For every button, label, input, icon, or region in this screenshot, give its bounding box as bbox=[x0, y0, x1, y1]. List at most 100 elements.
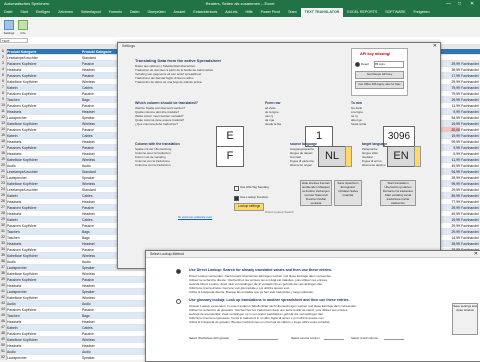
lookup-settings-button[interactable]: Lookup settings bbox=[234, 203, 264, 211]
category-en-cell[interactable]: Cables bbox=[82, 134, 112, 138]
category-en-cell[interactable]: Wireless bbox=[82, 158, 112, 162]
category-cell[interactable]: Leselampe/Leuchter bbox=[7, 188, 51, 192]
ribbon-tab[interactable]: TEXT TRANSLATOR bbox=[300, 8, 344, 17]
price-cell[interactable]: 89,99 bbox=[440, 194, 461, 198]
channel-cell[interactable]: Fachhandel bbox=[461, 68, 480, 72]
price-cell[interactable]: 29,99 bbox=[440, 80, 461, 84]
category-cell[interactable]: Passiven Kopfhörer bbox=[7, 224, 51, 228]
settings-ribbon-button[interactable]: Settings bbox=[3, 20, 15, 35]
hw-tag-checkbox[interactable] bbox=[234, 186, 239, 191]
category-en-cell[interactable]: Wireless bbox=[82, 338, 112, 342]
category-cell[interactable]: Passiven Kopfhörer bbox=[7, 332, 51, 336]
category-cell[interactable]: Headsets bbox=[7, 152, 51, 156]
source-language-select[interactable]: NL bbox=[318, 146, 346, 167]
lookup-checkbox[interactable] bbox=[234, 196, 239, 201]
category-cell[interactable]: Headsets bbox=[7, 212, 51, 216]
maximize-button[interactable]: □ bbox=[458, 1, 461, 7]
category-cell[interactable]: Kabeln bbox=[7, 86, 51, 90]
glossary-lookup-radio[interactable] bbox=[176, 299, 181, 304]
price-cell[interactable]: 54,99 bbox=[440, 116, 461, 120]
price-cell[interactable]: 77,99 bbox=[440, 200, 461, 204]
channel-cell[interactable]: Fachhandel bbox=[461, 110, 480, 114]
category-cell[interactable]: Passiven Kopfhörer bbox=[7, 308, 51, 312]
channel-cell[interactable]: Fachhandel bbox=[461, 188, 480, 192]
channel-cell[interactable]: Fachhandel bbox=[461, 92, 480, 96]
price-cell[interactable]: 29,99 bbox=[440, 224, 461, 228]
channel-cell[interactable]: Fachhandel bbox=[461, 182, 480, 186]
category-en-cell[interactable]: Passive bbox=[82, 206, 112, 210]
price-cell[interactable]: 19,99 bbox=[440, 218, 461, 222]
category-cell[interactable]: Taschen bbox=[7, 98, 51, 102]
price-cell[interactable]: 39,99 bbox=[440, 242, 461, 246]
start-translation-button[interactable]: Start translation Übersetzung starten Dé… bbox=[380, 180, 416, 206]
category-en-cell[interactable]: Passive bbox=[82, 308, 112, 312]
category-en-cell[interactable]: Passive bbox=[82, 74, 112, 78]
price-cell[interactable]: 39,99 bbox=[440, 68, 461, 72]
category-cell[interactable]: Audio bbox=[7, 350, 51, 354]
category-cell[interactable]: Headsets bbox=[7, 344, 51, 348]
category-en-cell[interactable]: Wireless bbox=[82, 182, 112, 186]
category-cell[interactable]: Headsets bbox=[7, 110, 51, 114]
channel-cell[interactable]: Fachhandel bbox=[461, 170, 480, 174]
ribbon-tab[interactable]: SOFTWARE bbox=[381, 8, 409, 17]
category-cell[interactable]: Taschen bbox=[7, 230, 51, 234]
category-cell[interactable]: Headsets bbox=[7, 200, 51, 204]
ribbon-tab[interactable]: EXCEL REPORTS bbox=[343, 8, 381, 17]
ribbon-tab[interactable]: Überprüfen bbox=[144, 8, 170, 17]
hide-window-button[interactable]: Hide shelves Fenster ausblenden Masquer … bbox=[300, 180, 332, 206]
channel-cell[interactable]: Fachhandel bbox=[461, 140, 480, 144]
category-en-cell[interactable]: Headset bbox=[82, 344, 112, 348]
price-cell[interactable]: 29,99 bbox=[440, 188, 461, 192]
source-column-field[interactable]: E bbox=[216, 126, 244, 147]
price-cell[interactable]: 19,99 bbox=[440, 122, 461, 126]
category-cell[interactable]: Passiven Kopfhörer bbox=[7, 146, 51, 150]
channel-cell[interactable]: Fachhandel bbox=[461, 206, 480, 210]
category-en-cell[interactable]: Speaker bbox=[82, 290, 112, 294]
info-ribbon-button[interactable]: Info bbox=[17, 20, 29, 35]
category-cell[interactable]: Kabellose Kopfhörer bbox=[7, 158, 51, 162]
ribbon-tab[interactable]: Datei bbox=[0, 8, 16, 17]
channel-cell[interactable]: Fachhandel bbox=[461, 128, 480, 132]
ribbon-tab[interactable]: Freigeben bbox=[409, 8, 433, 17]
category-cell[interactable]: Audio bbox=[7, 260, 51, 264]
close-icon[interactable]: ✕ bbox=[433, 43, 437, 49]
category-cell[interactable]: Kabellose Kopfhörer bbox=[7, 122, 51, 126]
category-cell[interactable]: Taschen bbox=[7, 236, 51, 240]
ribbon-tab[interactable]: Hilfe bbox=[241, 8, 256, 17]
category-cell[interactable]: Taschen bbox=[7, 314, 51, 318]
category-cell[interactable]: Headsets bbox=[7, 284, 51, 288]
channel-cell[interactable]: Fachhandel bbox=[461, 146, 480, 150]
category-cell[interactable]: Passiven Kopfhörer bbox=[7, 104, 51, 108]
category-en-cell[interactable]: Standard bbox=[82, 56, 112, 60]
category-en-cell[interactable]: Passive bbox=[82, 62, 112, 66]
channel-cell[interactable]: Fachhandel bbox=[461, 134, 480, 138]
ribbon-tab[interactable]: Entwicklertools bbox=[189, 8, 221, 17]
price-cell[interactable]: 29,99 bbox=[440, 206, 461, 210]
category-en-cell[interactable]: Passive bbox=[82, 146, 112, 150]
channel-cell[interactable]: Fachhandel bbox=[461, 224, 480, 228]
price-cell[interactable]: 19,99 bbox=[440, 134, 461, 138]
category-cell[interactable]: Lautsprecher bbox=[7, 176, 51, 180]
row-number[interactable]: 52 bbox=[0, 355, 7, 360]
category-en-cell[interactable]: Headset bbox=[82, 242, 112, 246]
category-cell[interactable]: Passiven Kopfhörer bbox=[7, 62, 51, 66]
price-cell[interactable]: 99,99 bbox=[440, 140, 461, 144]
price-cell[interactable]: 11,99 bbox=[440, 104, 460, 108]
target-language-select[interactable]: EN bbox=[387, 146, 415, 167]
price-cell[interactable]: 49,99 bbox=[440, 164, 461, 168]
target-language-dropdown[interactable] bbox=[414, 146, 421, 167]
category-en-cell[interactable]: Speaker bbox=[82, 266, 112, 270]
category-en-cell[interactable]: Headset bbox=[82, 320, 112, 324]
price-cell[interactable]: 49,99 bbox=[440, 212, 461, 216]
category-cell[interactable]: Kabeln bbox=[7, 134, 51, 138]
channel-cell[interactable]: Fachhandel bbox=[461, 116, 480, 120]
category-cell[interactable]: Passiven Kopfhörer bbox=[7, 206, 51, 210]
price-cell[interactable]: 20,00 bbox=[440, 128, 461, 132]
price-cell[interactable]: 9,99 bbox=[440, 146, 460, 150]
category-en-cell[interactable]: Audio bbox=[82, 302, 112, 306]
price-cell[interactable]: 17,99 bbox=[440, 74, 461, 78]
category-cell[interactable]: Audio bbox=[7, 302, 51, 306]
channel-cell[interactable]: Fachhandel bbox=[461, 62, 480, 66]
category-en-cell[interactable]: Headset bbox=[82, 284, 112, 288]
channel-cell[interactable]: Fachhandel bbox=[461, 194, 480, 198]
